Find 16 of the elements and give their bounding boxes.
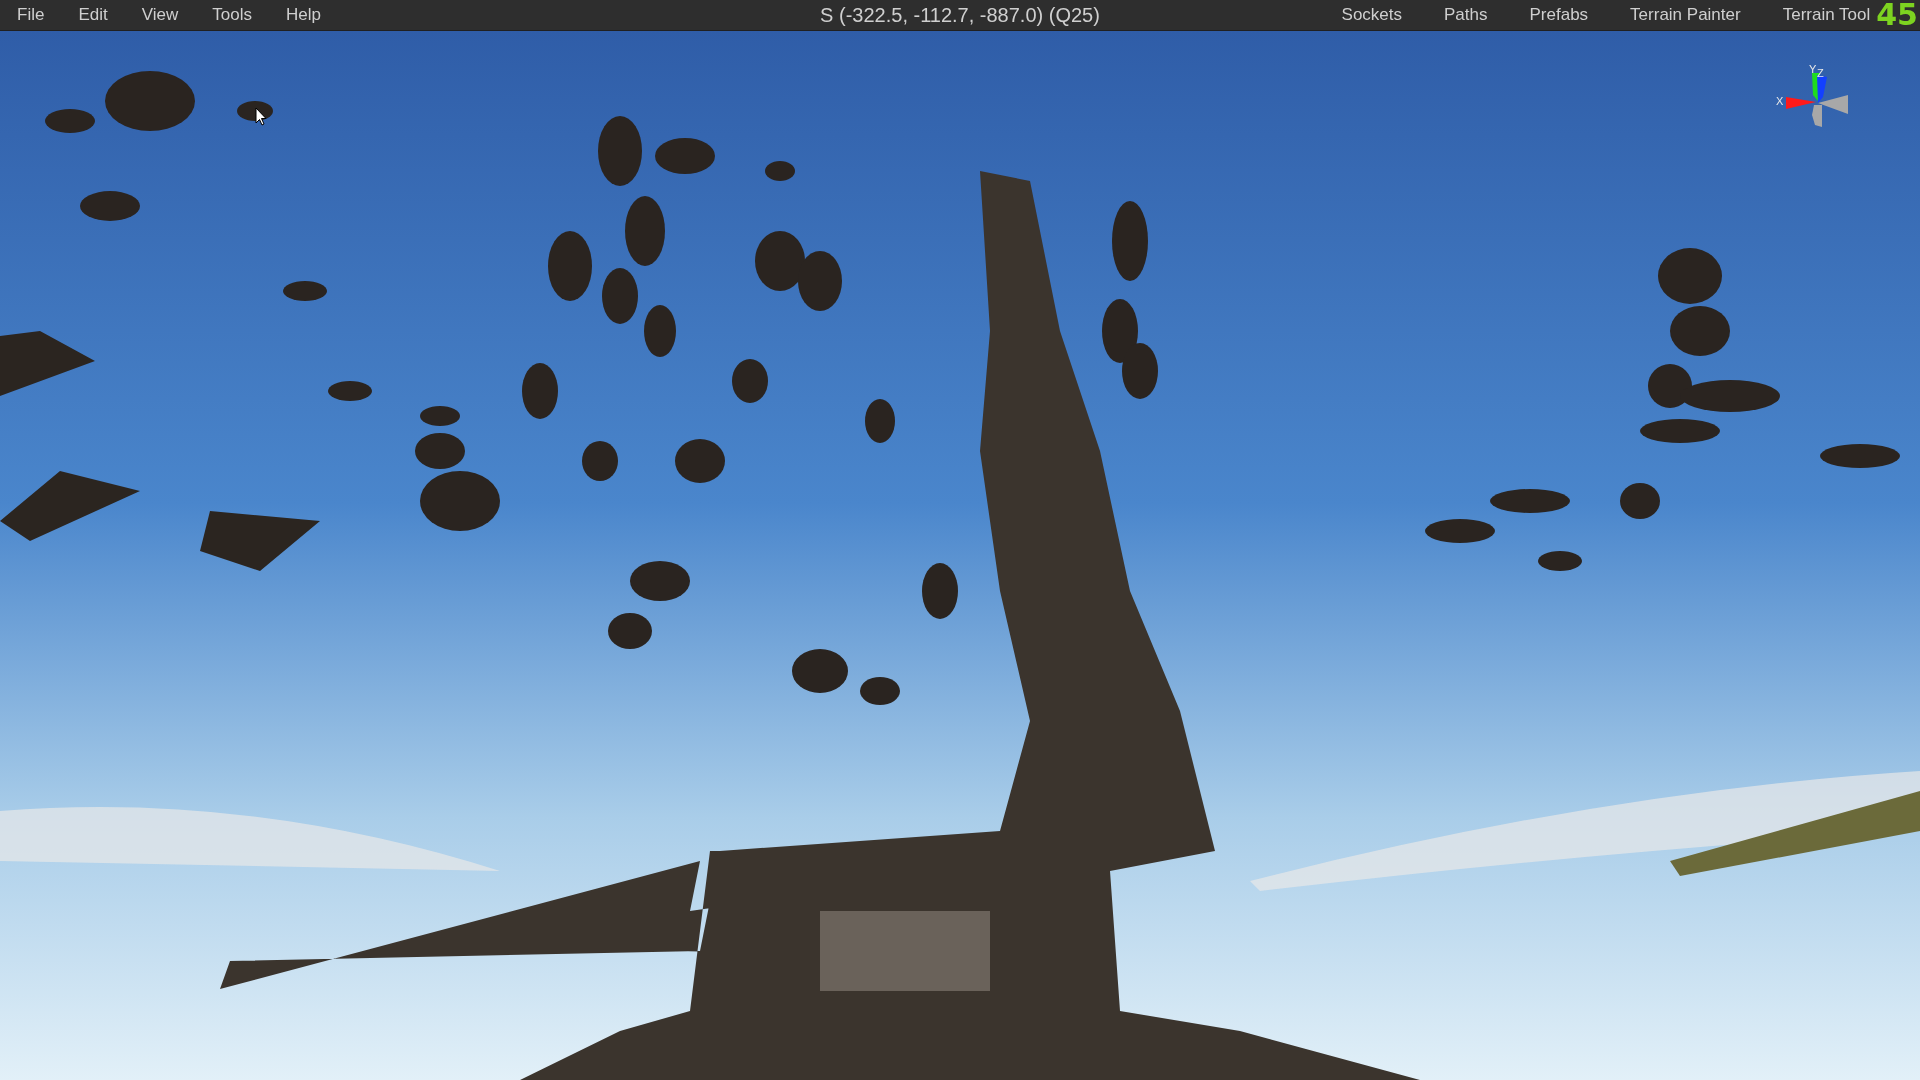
- panel-tab[interactable]: Terrain Tool: [1776, 0, 1877, 30]
- camera-status: S (-322.5, -112.7, -887.0) (Q25): [820, 3, 1100, 26]
- mouse-cursor-icon: [255, 107, 267, 127]
- menu-item[interactable]: Help: [274, 0, 334, 30]
- fps-counter: 45: [1876, 0, 1918, 30]
- menu-item[interactable]: View: [130, 0, 192, 30]
- panel-tab[interactable]: Sockets: [1335, 0, 1409, 30]
- x-axis-label: X: [1776, 95, 1784, 107]
- menu-item[interactable]: File: [6, 0, 58, 30]
- z-axis-label: Z: [1817, 67, 1824, 79]
- panel-tab[interactable]: Prefabs: [1523, 0, 1595, 30]
- menu-item[interactable]: Tools: [201, 0, 265, 30]
- menu-item[interactable]: Edit: [67, 0, 121, 30]
- y-axis-label: Y: [1809, 65, 1817, 75]
- panel-tab[interactable]: Terrain Painter: [1624, 0, 1747, 30]
- panel-tab[interactable]: Paths: [1438, 0, 1494, 30]
